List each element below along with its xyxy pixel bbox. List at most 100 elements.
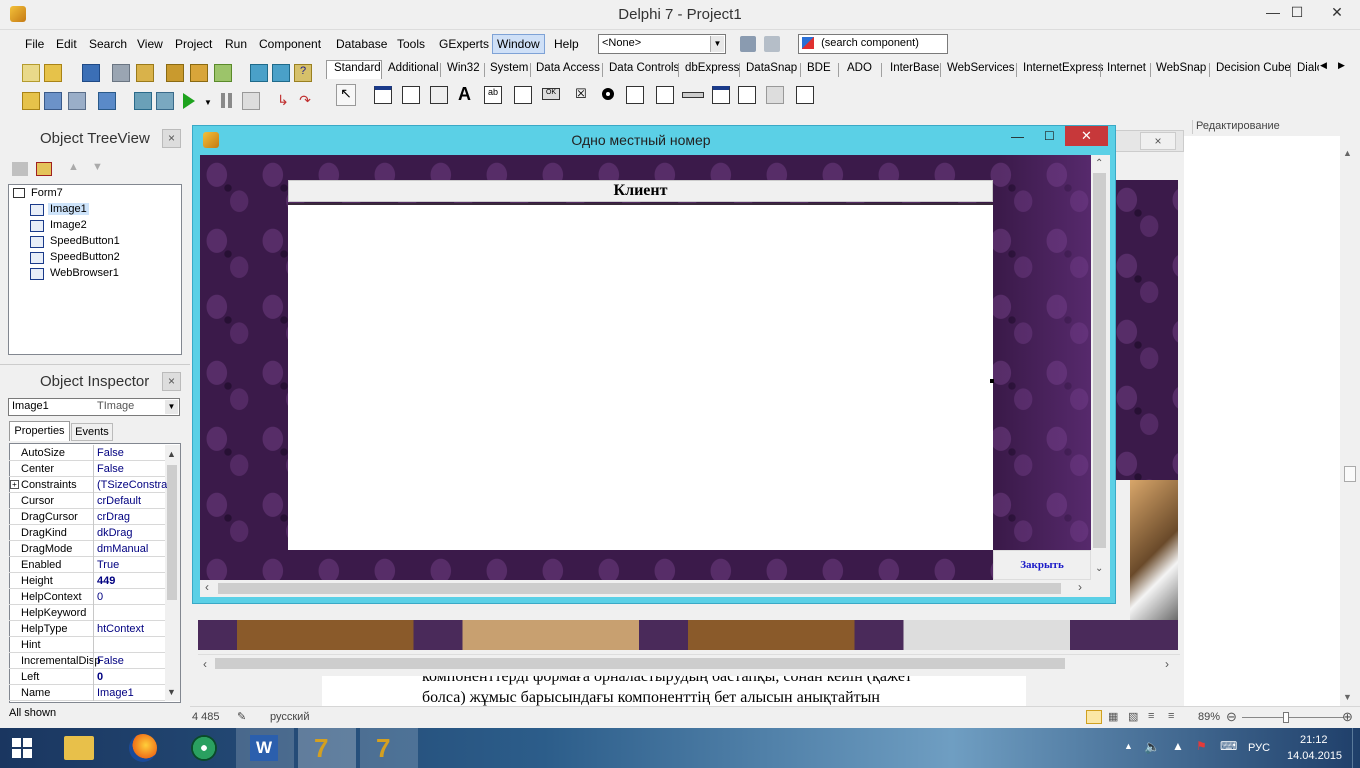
scroll-up-icon[interactable]: ▲ bbox=[167, 449, 176, 459]
menu-run[interactable]: Run bbox=[225, 37, 247, 51]
tree-item-speedbutton1[interactable]: SpeedButton1 bbox=[50, 235, 120, 247]
network-icon[interactable]: ▲ bbox=[1172, 739, 1184, 753]
label-icon[interactable]: A bbox=[458, 84, 471, 105]
view-form-icon[interactable] bbox=[272, 64, 290, 82]
property-value[interactable]: 449 bbox=[97, 575, 167, 587]
palette-tab-data-controls[interactable]: Data Controls bbox=[609, 62, 679, 74]
show-hidden-icons[interactable]: ▲ bbox=[1124, 741, 1133, 751]
menu-tools[interactable]: Tools bbox=[397, 37, 425, 51]
view-unit-icon[interactable] bbox=[250, 64, 268, 82]
debug-icon[interactable] bbox=[134, 92, 152, 110]
menu-window[interactable]: Window bbox=[492, 34, 545, 54]
scroll-up-icon[interactable]: ⌃ bbox=[1095, 158, 1103, 169]
status-language[interactable]: русский bbox=[270, 711, 309, 723]
scroll-right-icon[interactable]: › bbox=[1078, 580, 1082, 594]
inspector-close-button[interactable]: × bbox=[162, 372, 181, 391]
tree-item-form7[interactable]: Form7 bbox=[31, 187, 63, 199]
palette-tab-additional[interactable]: Additional bbox=[388, 62, 439, 74]
taskbar-firefox[interactable] bbox=[114, 728, 172, 768]
new-icon[interactable] bbox=[22, 64, 40, 82]
tray-time[interactable]: 21:12 bbox=[1300, 734, 1328, 746]
search-component-field[interactable]: (search component) bbox=[798, 34, 948, 54]
property-row[interactable]: Enabled True bbox=[9, 557, 165, 573]
open-icon[interactable] bbox=[44, 64, 62, 82]
move-down-icon[interactable]: ▼ bbox=[92, 161, 103, 173]
property-row[interactable]: IncrementalDisp False bbox=[9, 653, 165, 669]
listbox-icon[interactable] bbox=[626, 86, 644, 104]
combobox-icon[interactable] bbox=[656, 86, 674, 104]
close-button[interactable]: ✕ bbox=[1314, 0, 1360, 26]
form-minimize-button[interactable]: — bbox=[1011, 129, 1024, 144]
taskbar-explorer[interactable] bbox=[50, 728, 108, 768]
property-row[interactable]: Hint bbox=[9, 637, 165, 653]
radiogroup-icon[interactable] bbox=[738, 86, 756, 104]
full-screen-icon[interactable]: ▦ bbox=[1108, 710, 1118, 723]
property-value[interactable]: True bbox=[97, 559, 167, 571]
palette-tab-websnap[interactable]: WebSnap bbox=[1156, 62, 1206, 74]
web-layout-icon[interactable]: ▧ bbox=[1128, 710, 1138, 723]
zoom-in-icon[interactable]: ⊕ bbox=[1342, 709, 1353, 725]
tree-item-speedbutton2[interactable]: SpeedButton2 bbox=[50, 251, 120, 263]
property-value[interactable]: False bbox=[97, 655, 167, 667]
groupbox-icon[interactable] bbox=[712, 86, 730, 104]
view-forms-icon[interactable] bbox=[68, 92, 86, 110]
frame-icon[interactable] bbox=[374, 86, 392, 104]
form-close-button[interactable]: ✕ bbox=[1065, 126, 1108, 146]
palette-scroll-right-icon[interactable]: ▶ bbox=[1338, 60, 1345, 71]
zoom-slider[interactable] bbox=[1242, 717, 1344, 718]
form-maximize-button[interactable]: ☐ bbox=[1044, 129, 1055, 143]
run-icon[interactable] bbox=[183, 93, 195, 109]
scroll-down-icon[interactable]: ⌄ bbox=[1095, 563, 1103, 574]
scroll-down-icon[interactable]: ▼ bbox=[167, 687, 176, 697]
palette-scroll-left-icon[interactable]: ◀ bbox=[1320, 60, 1327, 71]
palette-tab-internet[interactable]: Internet bbox=[1107, 62, 1146, 74]
palette-tab-win32[interactable]: Win32 bbox=[447, 62, 480, 74]
property-row[interactable]: Cursor crDefault bbox=[9, 493, 165, 509]
property-value[interactable]: 0 bbox=[97, 671, 167, 683]
chevron-down-icon[interactable]: ▼ bbox=[165, 400, 178, 414]
property-row[interactable]: AutoSize False bbox=[9, 445, 165, 461]
property-row[interactable]: HelpType htContext bbox=[9, 621, 165, 637]
close-form-button[interactable]: Закрыть bbox=[993, 550, 1091, 580]
radiobutton-icon[interactable] bbox=[602, 88, 614, 100]
taskbar-delphi[interactable]: 7 bbox=[298, 728, 356, 768]
button-icon[interactable]: OK bbox=[542, 88, 560, 100]
scrollbar-thumb[interactable] bbox=[215, 658, 1065, 669]
property-value[interactable]: htContext bbox=[97, 623, 167, 635]
property-row[interactable]: DragCursor crDrag bbox=[9, 509, 165, 525]
palette-tab-standard[interactable]: Standard bbox=[334, 62, 381, 74]
scrollbar-thumb[interactable] bbox=[1093, 173, 1106, 548]
tray-language[interactable]: РУС bbox=[1248, 742, 1270, 754]
scrollbar-thumb[interactable] bbox=[167, 465, 177, 600]
tree-item-image1[interactable]: Image1 bbox=[48, 203, 89, 215]
tree-item-image2[interactable]: Image2 bbox=[50, 219, 87, 231]
property-value[interactable]: Image1 bbox=[97, 687, 167, 699]
desktop-save-icon[interactable] bbox=[740, 36, 756, 52]
property-value[interactable]: (TSizeConstra bbox=[97, 479, 167, 491]
chevron-down-icon[interactable]: ▼ bbox=[710, 36, 724, 52]
trace-into-icon[interactable]: ↳ bbox=[274, 92, 292, 110]
popupmenu-icon[interactable] bbox=[430, 86, 448, 104]
outline-icon[interactable]: ≡ bbox=[1148, 710, 1154, 722]
pause-icon[interactable] bbox=[221, 93, 225, 108]
palette-tab-ado[interactable]: ADO bbox=[847, 62, 872, 74]
configuration-combo[interactable]: <None> ▼ bbox=[598, 34, 726, 54]
menu-search[interactable]: Search bbox=[89, 37, 127, 51]
run-dropdown-icon[interactable]: ▼ bbox=[204, 98, 212, 107]
palette-tab-bde[interactable]: BDE bbox=[807, 62, 831, 74]
property-value[interactable]: False bbox=[97, 463, 167, 475]
tree-item-webbrowser1[interactable]: WebBrowser1 bbox=[50, 267, 119, 279]
web-browser-area[interactable] bbox=[288, 203, 993, 550]
treeview-delete-icon[interactable] bbox=[12, 162, 28, 176]
new-form-icon[interactable] bbox=[98, 92, 116, 110]
background-form-close-button[interactable]: × bbox=[1140, 132, 1176, 150]
print-layout-icon[interactable] bbox=[1086, 710, 1102, 724]
scrollbar-thumb[interactable] bbox=[218, 583, 1061, 594]
property-row[interactable]: HelpContext 0 bbox=[9, 589, 165, 605]
property-row[interactable]: Center False bbox=[9, 461, 165, 477]
move-up-icon[interactable]: ▲ bbox=[68, 161, 79, 173]
property-row[interactable]: Left 0 bbox=[9, 669, 165, 685]
save-all-icon[interactable] bbox=[112, 64, 130, 82]
zoom-out-icon[interactable]: ⊖ bbox=[1226, 709, 1237, 725]
save-icon[interactable] bbox=[82, 64, 100, 82]
